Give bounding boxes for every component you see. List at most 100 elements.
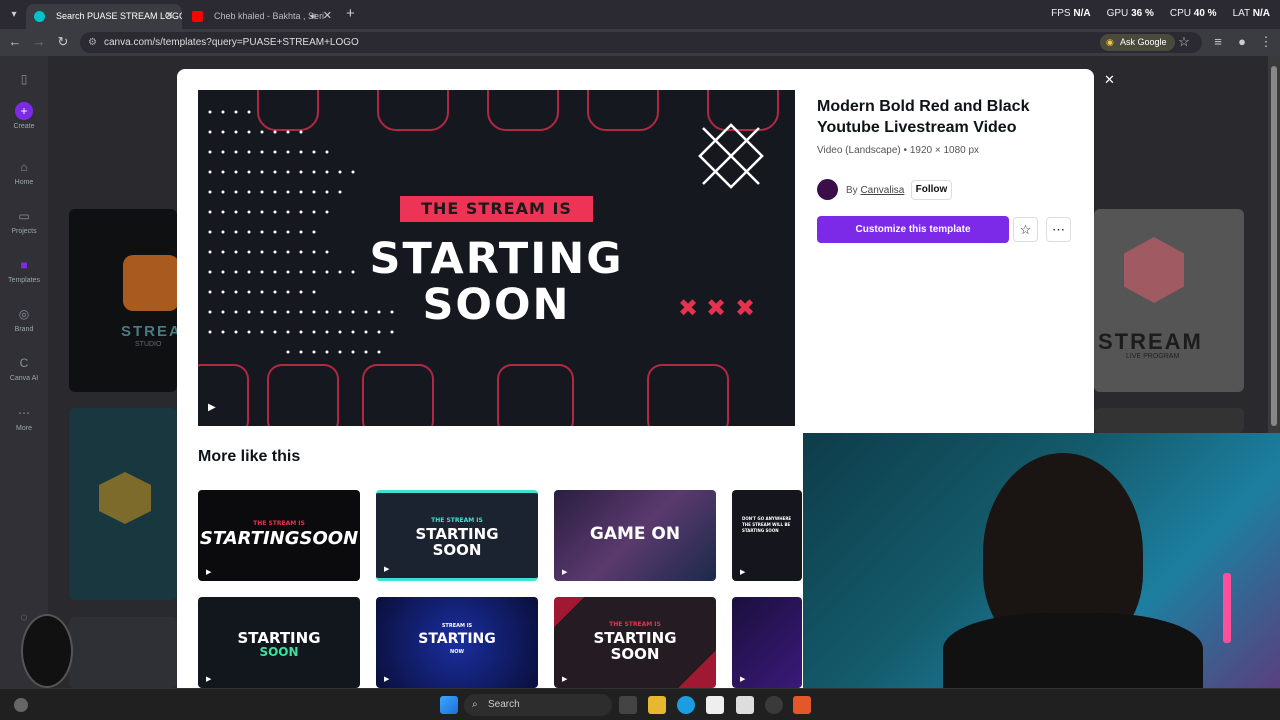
webcam-overlay: [803, 433, 1280, 688]
play-icon: ▶: [740, 569, 746, 576]
more-icon: ⋯: [18, 406, 30, 420]
follow-button[interactable]: Follow: [911, 180, 952, 200]
task-view-icon[interactable]: [619, 696, 637, 714]
google-lens-icon: ◉: [1106, 37, 1114, 47]
speaker-icon[interactable]: 🔊︎: [310, 4, 316, 29]
browser-toolbar: ← → ↻ ⚙ canva.com/s/templates?query=PUAS…: [0, 29, 1280, 56]
reload-icon[interactable]: ↻: [55, 34, 71, 50]
author-link[interactable]: Canvalisa: [860, 185, 904, 196]
taskbar-search[interactable]: ⌕ Search: [464, 694, 612, 716]
reading-list-icon[interactable]: ≡: [1210, 34, 1226, 50]
sidebar-item-label: Home: [14, 179, 34, 186]
chrome-icon[interactable]: [765, 696, 783, 714]
play-icon[interactable]: ▶: [208, 402, 216, 413]
related-template-thumb[interactable]: GAME ON ▶: [554, 490, 716, 581]
template-title: Modern Bold Red and Black Youtube Livest…: [817, 98, 1030, 136]
tab-list-icon[interactable]: ▾: [6, 7, 22, 23]
lat-label: LAT: [1232, 8, 1250, 19]
sidebar-item-more[interactable]: ⋯ More: [0, 404, 48, 432]
fps-label: FPS: [1051, 8, 1071, 19]
background-template-card[interactable]: [69, 408, 177, 600]
cpu-value: 40 %: [1193, 8, 1217, 19]
pink-light-icon: [1223, 573, 1231, 643]
close-tab-icon[interactable]: ✕: [323, 4, 332, 29]
background-card-title: STREAM: [121, 323, 177, 340]
more-like-this-heading: More like this: [198, 448, 301, 465]
url-text: canva.com/s/templates?query=PUASE+STREAM…: [104, 37, 359, 48]
canva-favicon-icon: [34, 11, 45, 22]
new-tab-button[interactable]: +: [346, 5, 355, 22]
weather-icon[interactable]: [14, 698, 28, 712]
related-template-thumb[interactable]: THE STREAM IS STARTING SOON ▶: [554, 597, 716, 688]
background-template-card[interactable]: [69, 617, 177, 688]
preview-banner-text: THE STREAM IS: [400, 196, 593, 222]
edge-icon[interactable]: [677, 696, 695, 714]
background-card-subtitle: LIVE PROGRAM: [1126, 353, 1180, 360]
sidebar-item-label: Create: [13, 123, 35, 130]
sidebar-item-create[interactable]: + Create: [0, 102, 48, 130]
performance-stats: FPS N/A GPU 36 % CPU 40 % LAT N/A: [1051, 8, 1270, 19]
related-template-thumb[interactable]: DON'T GO ANYWHERE THE STREAM WILL BE STA…: [732, 490, 802, 581]
youtube-favicon-icon: [192, 11, 203, 22]
author-credit: By Canvalisa: [846, 185, 904, 196]
sidebar-item-brand[interactable]: ◎ Brand: [0, 305, 48, 333]
templates-icon: ■: [20, 258, 28, 272]
tab-canva[interactable]: Search PUASE STREAM LOGO ✕: [26, 4, 182, 29]
forward-icon[interactable]: →: [31, 34, 47, 50]
related-template-thumb[interactable]: ▶: [732, 597, 802, 688]
related-template-thumb[interactable]: STREAM IS STARTING NOW ▶: [376, 597, 538, 688]
address-bar[interactable]: ⚙ canva.com/s/templates?query=PUASE+STRE…: [80, 32, 1202, 53]
browser-menu-icon[interactable]: ⋮: [1258, 34, 1274, 50]
notepad-icon[interactable]: [736, 696, 754, 714]
ask-google-button[interactable]: ◉ Ask Google: [1100, 34, 1175, 51]
stream-channel-logo: [21, 614, 73, 688]
background-template-card[interactable]: [1094, 408, 1244, 433]
profile-icon[interactable]: ●: [1234, 34, 1250, 50]
file-explorer-icon[interactable]: [648, 696, 666, 714]
related-template-thumb[interactable]: THE STREAM IS STARTINGSOON ▶: [198, 490, 360, 581]
tab-youtube[interactable]: Cheb khaled - Bakhta , Seri 🔊︎ ✕: [184, 4, 340, 29]
tab-title: Cheb khaled - Bakhta , Seri: [214, 11, 325, 21]
canva-ai-icon: C: [19, 356, 29, 370]
play-icon: ▶: [384, 676, 390, 683]
sidebar-item-home[interactable]: ⌂ Home: [0, 158, 48, 186]
x-mark-graphic: [698, 123, 764, 189]
stream-logo-icon: [123, 255, 177, 311]
folder-icon: ▭: [18, 209, 30, 223]
customize-template-button[interactable]: Customize this template: [817, 216, 1009, 243]
favorite-star-icon[interactable]: ☆: [1013, 217, 1038, 242]
sidebar-item-label: Brand: [14, 326, 34, 333]
template-preview-video[interactable]: ✖ ✖ ✖ THE STREAM IS STARTING SOON ▶: [198, 90, 795, 426]
close-modal-icon[interactable]: ✕: [1099, 69, 1120, 90]
play-icon: ▶: [206, 569, 212, 576]
related-template-thumb[interactable]: THE STREAM IS STARTING SOON ▶: [376, 490, 538, 581]
sidebar-item-templates[interactable]: ■ Templates: [0, 256, 48, 284]
sidebar-toggle-icon[interactable]: ▯: [0, 70, 48, 91]
preview-headline-line2: SOON: [422, 280, 571, 330]
background-card-subtitle: STUDIO: [135, 341, 162, 348]
site-info-icon[interactable]: ⚙: [88, 32, 97, 53]
brand-icon: ◎: [18, 307, 30, 321]
sidebar-item-canva-ai[interactable]: C Canva AI: [0, 354, 48, 382]
canva-sidebar: ▯ + Create ⌂ Home ▭ Projects ■ Templates ◎ Br…: [0, 56, 48, 688]
windows-taskbar: ⌕ Search: [0, 688, 1280, 720]
search-icon: ⌕: [472, 699, 478, 710]
background-template-card[interactable]: STREAM LIVE PROGRAM: [1094, 209, 1244, 392]
back-icon[interactable]: ←: [7, 34, 23, 50]
play-icon: ▶: [562, 569, 568, 576]
cpu-label: CPU: [1169, 8, 1191, 19]
windows-start-icon[interactable]: [440, 696, 458, 714]
author-avatar[interactable]: [817, 179, 838, 200]
taskbar-search-label: Search: [488, 699, 520, 710]
brave-icon[interactable]: [793, 696, 811, 714]
background-template-card[interactable]: STREAM STUDIO: [69, 209, 177, 392]
sidebar-item-label: Projects: [11, 228, 37, 235]
more-options-icon[interactable]: ⋯: [1046, 217, 1071, 242]
related-template-thumb[interactable]: STARTING SOON ▶: [198, 597, 360, 688]
store-icon[interactable]: [706, 696, 724, 714]
sidebar-item-projects[interactable]: ▭ Projects: [0, 207, 48, 235]
close-tab-icon[interactable]: ✕: [165, 4, 174, 29]
play-icon: ▶: [206, 676, 212, 683]
scrollbar-thumb[interactable]: [1271, 66, 1277, 426]
bookmark-star-icon[interactable]: ☆: [1176, 34, 1192, 50]
